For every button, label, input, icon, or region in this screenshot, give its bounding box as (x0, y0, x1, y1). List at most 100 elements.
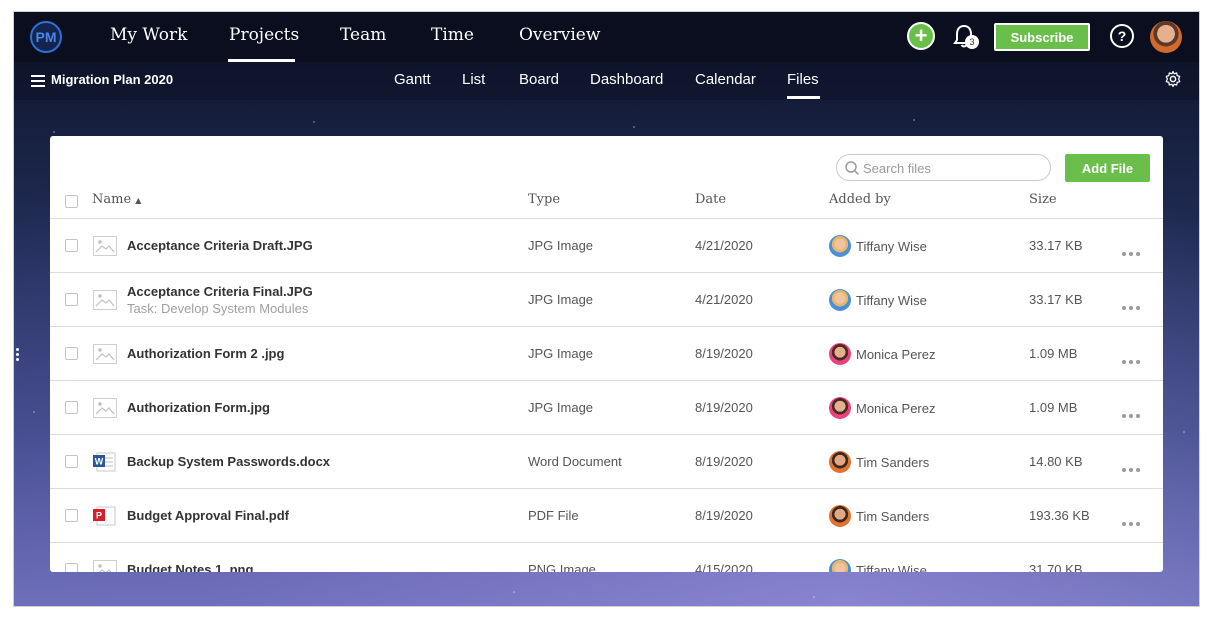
added-by-name: Tim Sanders (856, 455, 930, 470)
file-date: 4/15/2020 (695, 562, 753, 572)
added-by-name: Tiffany Wise (856, 293, 927, 308)
table-row[interactable]: Authorization Form.jpg JPG Image 8/19/2020… (50, 381, 1163, 435)
image-file-icon (93, 290, 117, 310)
added-by-name: Tim Sanders (856, 509, 930, 524)
svg-text:W: W (95, 457, 104, 467)
file-name[interactable]: Acceptance Criteria Final.JPG (127, 284, 313, 299)
table-row[interactable]: Budget Notes 1 .png PNG Image 4/15/2020 Tif… (50, 543, 1163, 572)
user-avatar[interactable] (1150, 21, 1182, 53)
file-size: 14.80 KB (1029, 454, 1083, 469)
row-checkbox[interactable] (65, 293, 78, 306)
file-type: JPG Image (528, 400, 594, 415)
file-name[interactable]: Backup System Passwords.docx (127, 454, 330, 469)
file-name[interactable]: Authorization Form.jpg (127, 400, 270, 415)
table-row[interactable]: W Backup System Passwords.docx Word Docume… (50, 435, 1163, 489)
plus-icon: + (914, 23, 928, 48)
table-row[interactable]: Acceptance Criteria Draft.JPG JPG Image 4/… (50, 219, 1163, 273)
user-avatar-icon (829, 235, 851, 257)
nav-my-work[interactable]: My Work (110, 25, 187, 45)
search-icon (845, 161, 860, 176)
subscribe-button[interactable]: Subscribe (994, 23, 1090, 51)
more-options-icon[interactable] (1122, 459, 1146, 472)
file-name[interactable]: Acceptance Criteria Draft.JPG (127, 238, 313, 253)
column-added-by-header[interactable]: Added by (829, 192, 891, 207)
added-by-name: Monica Perez (856, 401, 936, 416)
file-name[interactable]: Authorization Form 2 .jpg (127, 346, 284, 361)
top-navigation: PM My Work Projects Team Time Overview +… (14, 12, 1199, 62)
more-options-icon[interactable] (1122, 351, 1146, 364)
app-logo[interactable]: PM (30, 21, 62, 53)
row-checkbox[interactable] (65, 239, 78, 252)
tab-gantt[interactable]: Gantt (394, 71, 431, 88)
more-options-icon[interactable] (1122, 405, 1146, 418)
nav-projects[interactable]: Projects (229, 25, 299, 45)
help-icon[interactable]: ? (1110, 24, 1134, 48)
table-row[interactable]: Authorization Form 2 .jpg JPG Image 8/19/2… (50, 327, 1163, 381)
row-checkbox[interactable] (65, 347, 78, 360)
notification-count-badge: 3 (965, 35, 979, 49)
more-options-icon[interactable] (1122, 567, 1146, 572)
active-tab-indicator (787, 96, 820, 99)
word-file-icon: W (93, 452, 117, 472)
image-file-icon (93, 236, 117, 256)
image-file-icon (93, 560, 117, 572)
file-task-link[interactable]: Task: Develop System Modules (127, 301, 308, 316)
tab-list[interactable]: List (462, 71, 485, 88)
svg-text:P: P (96, 511, 102, 521)
pdf-file-icon: P (93, 506, 117, 526)
row-checkbox[interactable] (65, 563, 78, 572)
side-drag-handle[interactable] (16, 348, 19, 364)
file-type: Word Document (528, 454, 622, 469)
file-date: 8/19/2020 (695, 400, 753, 415)
column-date-header[interactable]: Date (695, 192, 726, 207)
quick-add-button[interactable]: + (907, 22, 935, 50)
nav-time[interactable]: Time (431, 25, 474, 45)
file-type: JPG Image (528, 238, 594, 253)
add-file-button[interactable]: Add File (1065, 154, 1150, 182)
file-name[interactable]: Budget Approval Final.pdf (127, 508, 289, 523)
row-checkbox[interactable] (65, 509, 78, 522)
column-name-header[interactable]: Name ▲ (92, 192, 141, 207)
file-size: 1.09 MB (1029, 400, 1078, 415)
added-by-name: Tiffany Wise (856, 239, 927, 254)
row-checkbox[interactable] (65, 401, 78, 414)
search-box[interactable] (836, 154, 1051, 182)
user-avatar-icon (829, 397, 851, 419)
table-row[interactable]: Acceptance Criteria Final.JPG Task: Devel… (50, 273, 1163, 327)
user-avatar-icon (829, 505, 851, 527)
tab-dashboard[interactable]: Dashboard (590, 71, 663, 88)
more-options-icon[interactable] (1122, 513, 1146, 526)
tab-calendar[interactable]: Calendar (695, 71, 756, 88)
row-checkbox[interactable] (65, 455, 78, 468)
tab-board[interactable]: Board (519, 71, 559, 88)
sort-asc-icon: ▲ (135, 196, 142, 205)
table-header: Name ▲ Type Date Added by Size (50, 184, 1163, 219)
nav-overview[interactable]: Overview (519, 25, 600, 45)
project-title[interactable]: Migration Plan 2020 (51, 72, 173, 87)
nav-team[interactable]: Team (340, 25, 386, 45)
file-size: 1.09 MB (1029, 346, 1078, 361)
file-date: 8/19/2020 (695, 346, 753, 361)
settings-gear-icon[interactable] (1164, 70, 1182, 88)
tab-files[interactable]: Files (787, 71, 819, 88)
file-type: JPG Image (528, 292, 594, 307)
file-date: 4/21/2020 (695, 238, 753, 253)
file-name[interactable]: Budget Notes 1 .png (127, 562, 253, 572)
user-avatar-icon (829, 289, 851, 311)
column-size-header[interactable]: Size (1029, 192, 1057, 207)
file-date: 8/19/2020 (695, 508, 753, 523)
more-options-icon[interactable] (1122, 243, 1146, 256)
added-by-name: Tiffany Wise (856, 563, 927, 572)
file-type: JPG Image (528, 346, 594, 361)
search-input[interactable] (861, 155, 1045, 182)
table-row[interactable]: P Budget Approval Final.pdf PDF File 8/19/2… (50, 489, 1163, 543)
file-size: 193.36 KB (1029, 508, 1090, 523)
more-options-icon[interactable] (1122, 297, 1146, 310)
image-file-icon (93, 344, 117, 364)
file-date: 8/19/2020 (695, 454, 753, 469)
column-type-header[interactable]: Type (528, 192, 560, 207)
select-all-checkbox[interactable] (65, 195, 78, 208)
hamburger-menu-icon[interactable] (31, 75, 45, 90)
file-size: 31.70 KB (1029, 562, 1083, 572)
column-name-label: Name (92, 192, 132, 207)
